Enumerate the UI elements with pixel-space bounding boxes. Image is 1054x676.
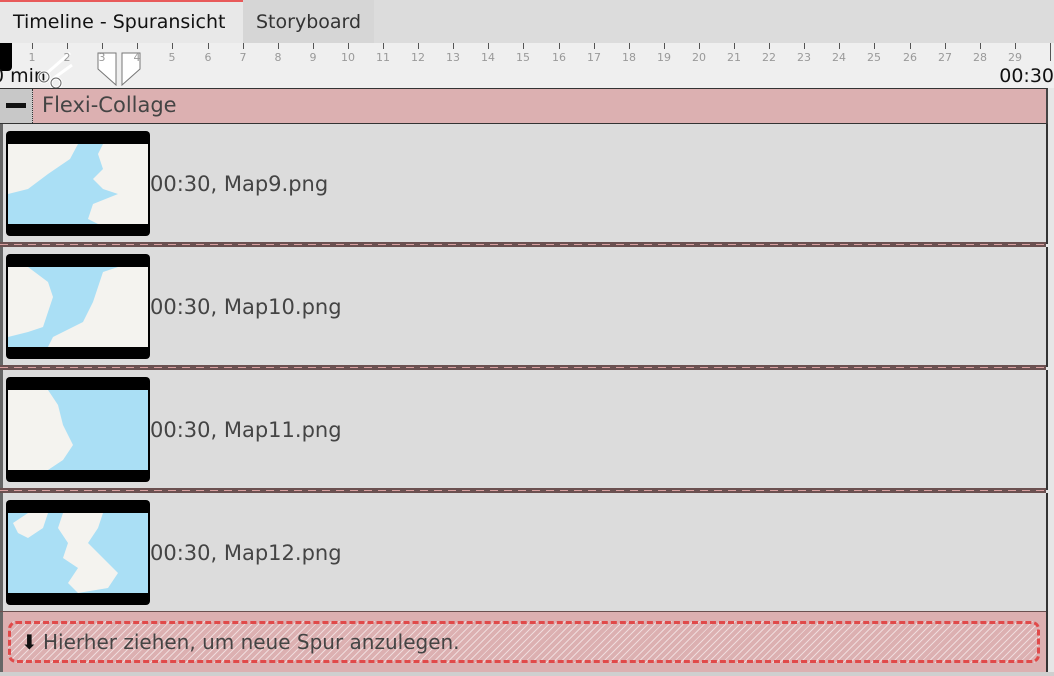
ruler-tick-label: 2 [63, 51, 71, 64]
timeline-ruler[interactable]: 0 min 00:30 1234567891011121314151617181… [0, 43, 1054, 89]
ruler-tick-label: 17 [587, 51, 601, 64]
ruler-tick [313, 43, 314, 49]
ruler-tick-label: 26 [903, 51, 917, 64]
ruler-tick [769, 43, 770, 49]
map-thumbnail-image [8, 513, 148, 593]
ruler-tick-label: 19 [657, 51, 671, 64]
clip-label: 00:30, Map9.png [150, 172, 329, 196]
ruler-tick [208, 43, 209, 49]
drop-target[interactable]: ⬇ Hierher ziehen, um neue Spur anzulegen… [8, 621, 1040, 663]
ruler-tick [629, 43, 630, 49]
clip-label: 00:30, Map11.png [150, 418, 342, 442]
ruler-tick [910, 43, 911, 49]
ruler-tick [102, 43, 103, 49]
track-clip[interactable]: 00:30, Map12.png [0, 493, 1048, 613]
clip-thumbnail[interactable] [6, 500, 150, 605]
ruler-tick [523, 43, 524, 49]
ruler-tick [594, 43, 595, 49]
tab-storyboard[interactable]: Storyboard [243, 0, 374, 43]
ruler-tick-label: 5 [168, 51, 176, 64]
arrow-down-icon: ⬇ [21, 630, 38, 654]
tab-bar: Timeline - Spuransicht Storyboard [0, 0, 1054, 43]
ruler-tick-label: 12 [411, 51, 425, 64]
clip-thumbnail[interactable] [6, 131, 150, 236]
tab-timeline[interactable]: Timeline - Spuransicht [0, 0, 243, 43]
ruler-tick-label: 25 [867, 51, 881, 64]
ruler-tick-label: 9 [309, 51, 317, 64]
track-clip[interactable]: 00:30, Map10.png [0, 247, 1048, 367]
drop-zone-text: Hierher ziehen, um neue Spur anzulegen. [43, 630, 460, 654]
ruler-tick [418, 43, 419, 49]
map-thumbnail-image [8, 267, 148, 347]
ruler-tick [664, 43, 665, 49]
ruler-tick-label: 29 [1008, 51, 1022, 64]
ruler-tick [804, 43, 805, 49]
ruler-tick-label: 27 [938, 51, 952, 64]
ruler-tick [488, 43, 489, 49]
ruler-tick-label: 18 [622, 51, 636, 64]
ruler-tick [1015, 43, 1016, 49]
ruler-tick-label: 23 [797, 51, 811, 64]
ruler-tick [559, 43, 560, 49]
drop-zone[interactable]: ⬇ Hierher ziehen, um neue Spur anzulegen… [0, 612, 1048, 672]
ruler-tick-label: 21 [727, 51, 741, 64]
clip-label: 00:30, Map10.png [150, 295, 342, 319]
ruler-tick-label: 11 [376, 51, 390, 64]
ruler-tick [243, 43, 244, 49]
ruler-tick [348, 43, 349, 49]
minus-icon[interactable] [0, 89, 33, 123]
ruler-tick-label: 14 [481, 51, 495, 64]
ruler-tick-label: 16 [552, 51, 566, 64]
ruler-end-label: 00:30 [999, 65, 1054, 87]
clip-thumbnail[interactable] [6, 377, 150, 482]
map-thumbnail-image [8, 390, 148, 470]
ruler-tick [980, 43, 981, 49]
ruler-tick-label: 1 [28, 51, 36, 64]
clip-thumbnail[interactable] [6, 254, 150, 359]
ruler-tick [278, 43, 279, 49]
track-clip[interactable]: 00:30, Map11.png [0, 370, 1048, 490]
ruler-tick [67, 43, 68, 49]
ruler-tick-label: 8 [274, 51, 282, 64]
ruler-tick-label: 10 [341, 51, 355, 64]
ruler-tick [172, 43, 173, 49]
track-clip[interactable]: 00:30, Map9.png [0, 124, 1048, 244]
ruler-tick-label: 28 [973, 51, 987, 64]
ruler-tick [874, 43, 875, 49]
ruler-tick-label: 15 [516, 51, 530, 64]
group-title: Flexi-Collage [42, 93, 177, 117]
bottom-edge [0, 672, 1054, 676]
ruler-tick [699, 43, 700, 49]
ruler-tick [383, 43, 384, 49]
ruler-tick [839, 43, 840, 49]
ruler-tick [734, 43, 735, 49]
ruler-tick [32, 43, 33, 49]
clip-label: 00:30, Map12.png [150, 541, 342, 565]
ruler-end-tick [1050, 43, 1051, 61]
ruler-tick-label: 6 [204, 51, 212, 64]
ruler-tick-label: 24 [832, 51, 846, 64]
group-header[interactable]: Flexi-Collage [0, 88, 1048, 124]
ruler-tick [137, 43, 138, 49]
map-thumbnail-image [8, 144, 148, 224]
ruler-tick-label: 20 [692, 51, 706, 64]
ruler-tick [453, 43, 454, 49]
ruler-tick [945, 43, 946, 49]
ruler-tick-label: 4 [133, 51, 141, 64]
ruler-tick-label: 3 [98, 51, 106, 64]
ruler-tick-label: 22 [762, 51, 776, 64]
ruler-tick-label: 7 [239, 51, 247, 64]
ruler-tick-label: 13 [446, 51, 460, 64]
